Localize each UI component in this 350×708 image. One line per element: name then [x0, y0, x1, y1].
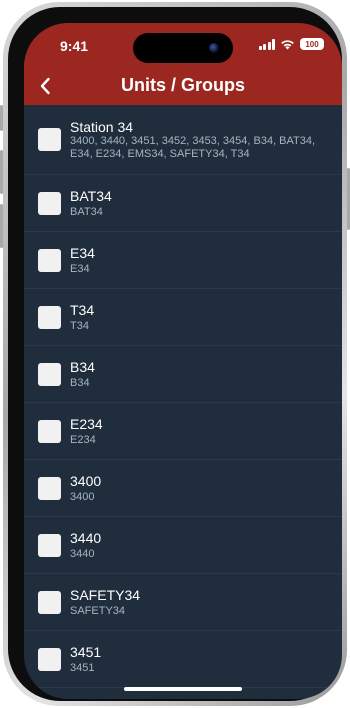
item-subtitle: SAFETY34 [70, 605, 126, 617]
item-subtitle: B34 [70, 377, 90, 389]
item-title: E34 [70, 245, 95, 261]
checkbox[interactable] [38, 591, 61, 614]
item-subtitle: E34 [70, 263, 90, 275]
item-subtitle: 3440 [70, 548, 95, 560]
item-subtitle: T34 [70, 320, 89, 332]
bezel: 9:41 100 Units / Groups Station 34 3400,… [8, 7, 342, 701]
screen: 9:41 100 Units / Groups Station 34 3400,… [24, 23, 342, 699]
item-subtitle: BAT34 [70, 206, 103, 218]
item-subtitle: E234 [70, 434, 96, 446]
item-subtitle: 3451 [70, 662, 95, 674]
checkbox[interactable] [38, 363, 61, 386]
status-icons: 100 [258, 38, 324, 50]
page-title: Units / Groups [120, 75, 245, 95]
checkbox[interactable] [38, 128, 61, 151]
cellular-signal-icon [258, 38, 275, 50]
status-time: 9:41 [60, 38, 89, 54]
checkbox[interactable] [38, 249, 61, 272]
volume-up-button [0, 150, 3, 194]
item-subtitle: 3400 [70, 491, 95, 503]
list-item-e234[interactable]: E234 E234 [24, 403, 342, 460]
list-item-t34[interactable]: T34 T34 [24, 289, 342, 346]
volume-down-button [0, 204, 3, 248]
list-item-3440[interactable]: 3440 3440 [24, 517, 342, 574]
list-item-safety34[interactable]: SAFETY34 SAFETY34 [24, 574, 342, 631]
battery-icon: 100 [300, 38, 324, 50]
item-title: B34 [70, 359, 95, 375]
home-indicator[interactable] [124, 687, 242, 691]
item-title: Station 34 [70, 119, 134, 135]
list-item-3400[interactable]: 3400 3400 [24, 460, 342, 517]
checkbox[interactable] [38, 306, 61, 329]
list-item-b34[interactable]: B34 B34 [24, 346, 342, 403]
checkbox[interactable] [38, 192, 61, 215]
action-button [0, 105, 3, 131]
item-title: SAFETY34 [70, 587, 141, 603]
checkbox[interactable] [38, 477, 61, 500]
list-item-3451[interactable]: 3451 3451 [24, 631, 342, 688]
checkbox[interactable] [38, 648, 61, 671]
list-item-station-34[interactable]: Station 34 3400, 3440, 3451, 3452, 3453,… [24, 105, 342, 175]
list-item-bat34[interactable]: BAT34 BAT34 [24, 175, 342, 232]
item-title: BAT34 [70, 188, 112, 204]
item-title: 3440 [70, 530, 102, 546]
item-title: T34 [70, 302, 95, 318]
item-title: 3451 [70, 644, 102, 660]
item-title: 3400 [70, 473, 102, 489]
app-header: 9:41 100 Units / Groups [24, 23, 342, 105]
checkbox[interactable] [38, 534, 61, 557]
item-title: E234 [70, 416, 103, 432]
checkbox[interactable] [38, 420, 61, 443]
units-list: Station 34 3400, 3440, 3451, 3452, 3453,… [24, 105, 342, 688]
list-item-e34[interactable]: E34 E34 [24, 232, 342, 289]
item-subtitle: 3400, 3440, 3451, 3452, 3453, 3454, B34,… [70, 135, 316, 160]
dynamic-island [133, 33, 233, 63]
wifi-icon [281, 39, 294, 49]
phone-frame: 9:41 100 Units / Groups Station 34 3400,… [0, 2, 350, 706]
camera-icon [209, 43, 219, 53]
